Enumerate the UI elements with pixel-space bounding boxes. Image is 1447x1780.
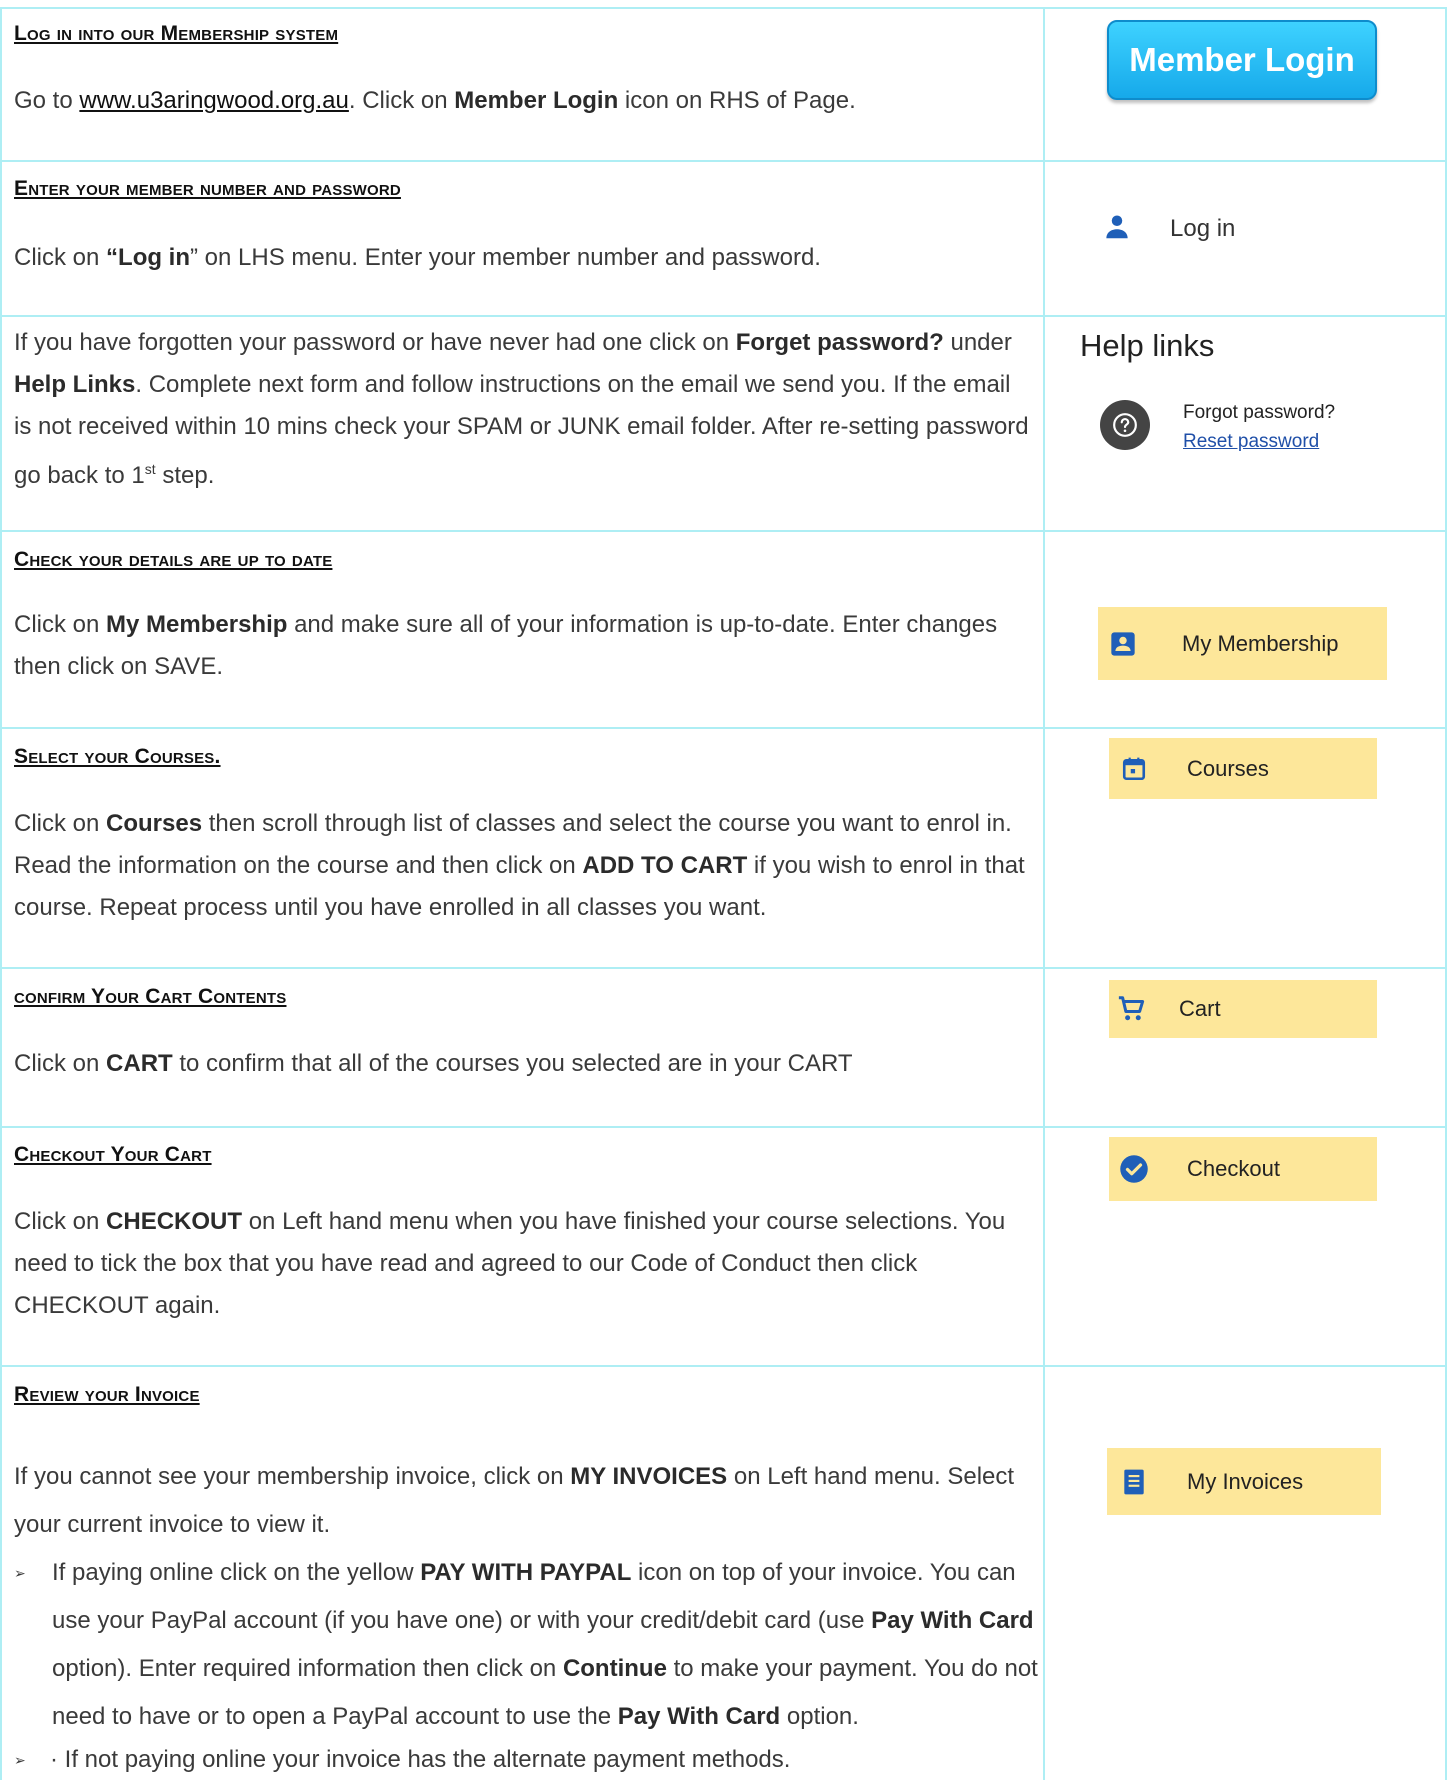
bold-text: My Membership	[106, 611, 288, 638]
forgot-instructions: If you have forgotten your password or h…	[14, 322, 1034, 497]
bold-text: CHECKOUT	[106, 1208, 243, 1235]
text: Click on	[14, 810, 107, 837]
section-heading-invoice: Review your Invoice	[14, 1383, 200, 1406]
text: option). Enter required information then…	[52, 1655, 563, 1682]
text: under	[943, 329, 1012, 356]
details-instructions: Click on My Membership and make sure all…	[14, 604, 1034, 688]
reset-password-link[interactable]: Reset password	[1183, 431, 1319, 453]
cart-icon	[1117, 994, 1147, 1024]
section-heading-cart: confirm Your Cart Contents	[14, 985, 287, 1008]
invoice-instructions: If you cannot see your membership invoic…	[14, 1453, 1034, 1549]
cart-instructions: Click on CART to confirm that all of the…	[14, 1043, 1034, 1085]
courses-instructions: Click on Courses then scroll through lis…	[14, 803, 1034, 929]
text: If paying online click on the yellow	[52, 1559, 421, 1586]
bold-text: ADD TO CART	[582, 852, 748, 879]
help-circle-icon	[1100, 400, 1150, 450]
superscript: st	[144, 461, 156, 477]
forgot-password-label: Forgot password?	[1183, 402, 1336, 423]
bold-text: “Log in	[106, 244, 191, 271]
bullet-arrow-icon: ➢	[14, 1752, 26, 1768]
text: Click on	[14, 611, 107, 638]
my-membership-menu-item[interactable]: My Membership	[1098, 607, 1387, 680]
text: icon on RHS of Page.	[618, 87, 856, 114]
id-card-icon	[1108, 629, 1138, 659]
grid-line	[0, 530, 1447, 532]
section-heading-checkout: Checkout Your Cart	[14, 1143, 212, 1166]
login-instructions: Go to www.u3aringwood.org.au. Click on M…	[14, 80, 1034, 122]
section-heading-enter: Enter your member number and password	[14, 177, 401, 200]
grid-line	[0, 1126, 1447, 1128]
bold-text: Pay With Card	[617, 1703, 781, 1730]
grid-line	[0, 727, 1447, 729]
grid-line	[1043, 8, 1045, 1780]
help-links-title: Help links	[1080, 328, 1215, 363]
my-membership-label: My Membership	[1182, 630, 1339, 656]
text: to confirm that all of the courses you s…	[172, 1050, 853, 1077]
enter-instructions: Click on “Log in” on LHS menu. Enter you…	[14, 237, 1034, 279]
bold-text: PAY WITH PAYPAL	[420, 1559, 632, 1586]
bullet-text: If paying online click on the yellow PAY…	[52, 1549, 1044, 1741]
cart-label: Cart	[1179, 996, 1221, 1021]
bold-text: MY INVOICES	[570, 1463, 728, 1490]
member-login-button[interactable]: Member Login	[1107, 20, 1377, 100]
text: Click on	[14, 244, 107, 271]
bullet-arrow-icon: ➢	[14, 1565, 26, 1581]
bullet-text: · If not paying online your invoice has …	[50, 1746, 791, 1773]
text: Click on	[14, 1050, 107, 1077]
bold-text: CART	[106, 1050, 173, 1077]
text: step.	[155, 462, 215, 489]
my-invoices-menu-item[interactable]: My Invoices	[1107, 1448, 1381, 1515]
text: If you cannot see your membership invoic…	[14, 1463, 571, 1490]
text: Click on	[14, 1208, 107, 1235]
grid-line	[0, 315, 1447, 317]
bold-text: Help Links	[14, 371, 136, 398]
login-menu-item[interactable]: Log in	[1100, 212, 1235, 246]
courses-menu-item[interactable]: Courses	[1109, 738, 1377, 799]
grid-line	[0, 1365, 1447, 1367]
calendar-icon	[1119, 754, 1149, 784]
section-heading-login: Log in into our Membership system	[14, 22, 339, 45]
grid-line	[0, 160, 1447, 162]
checkout-instructions: Click on CHECKOUT on Left hand menu when…	[14, 1201, 1034, 1327]
cart-menu-item[interactable]: Cart	[1109, 980, 1377, 1038]
alternate-payment-bullet: ➢ · If not paying online your invoice ha…	[14, 1740, 1044, 1780]
text: option.	[780, 1703, 859, 1730]
courses-label: Courses	[1187, 755, 1269, 781]
grid-line	[0, 7, 1447, 9]
login-menu-label: Log in	[1170, 215, 1236, 242]
person-icon	[1100, 212, 1134, 246]
checkout-menu-item[interactable]: Checkout	[1109, 1137, 1377, 1201]
grid-line	[0, 8, 2, 1780]
section-heading-courses: Select your Courses.	[14, 745, 221, 768]
bold-text: Member Login	[454, 87, 619, 114]
my-invoices-label: My Invoices	[1187, 1468, 1304, 1494]
section-heading-details: Check your details are up to date	[14, 548, 333, 571]
receipt-icon	[1119, 1467, 1149, 1497]
bold-text: Forget password?	[735, 329, 944, 356]
text: . Click on	[348, 87, 455, 114]
bold-text: Continue	[562, 1655, 667, 1682]
bold-text: Courses	[106, 810, 203, 837]
website-link[interactable]: www.u3aringwood.org.au	[79, 87, 349, 114]
paypal-bullet: ➢ If paying online click on the yellow P…	[14, 1549, 1044, 1741]
check-circle-icon	[1119, 1154, 1149, 1184]
bold-text: Pay With Card	[871, 1607, 1034, 1634]
text: Go to	[14, 87, 80, 114]
checkout-label: Checkout	[1187, 1156, 1280, 1181]
text: If you have forgotten your password or h…	[14, 329, 736, 356]
grid-line	[0, 967, 1447, 969]
text: ” on LHS menu. Enter your member number …	[190, 244, 821, 271]
